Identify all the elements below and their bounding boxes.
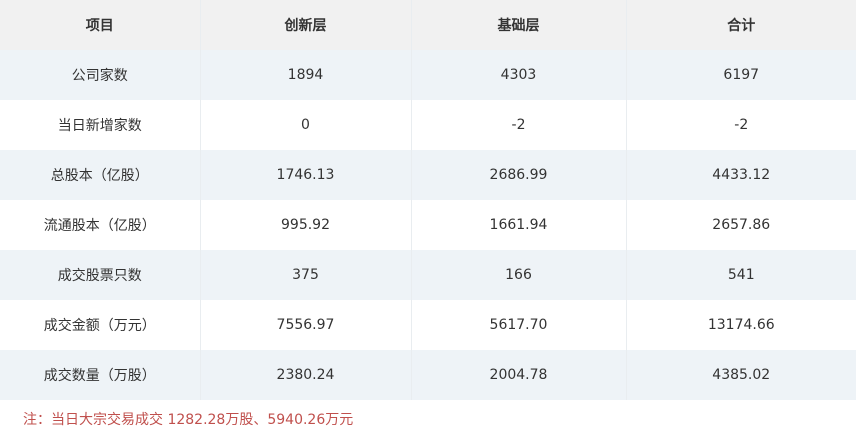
total-value: 13174.66: [626, 300, 856, 350]
table-row: 成交股票只数 375 166 541: [0, 250, 856, 300]
total-value: 2657.86: [626, 200, 856, 250]
header-item: 项目: [0, 0, 201, 50]
innovation-value: 7556.97: [200, 300, 412, 350]
total-value: 6197: [626, 50, 856, 100]
table-row: 当日新增家数 0 -2 -2: [0, 100, 856, 150]
innovation-value: 1746.13: [200, 150, 412, 200]
innovation-value: 995.92: [200, 200, 412, 250]
innovation-value: 375: [200, 250, 412, 300]
total-value: 4433.12: [626, 150, 856, 200]
header-basic-tier: 基础层: [411, 0, 627, 50]
basic-value: -2: [411, 100, 627, 150]
row-label: 成交股票只数: [0, 250, 201, 300]
total-value: -2: [626, 100, 856, 150]
table-row: 成交金额（万元） 7556.97 5617.70 13174.66: [0, 300, 856, 350]
total-value: 4385.02: [626, 350, 856, 400]
header-innovation-tier: 创新层: [200, 0, 412, 50]
table-header-row: 项目 创新层 基础层 合计: [0, 0, 856, 50]
row-label: 总股本（亿股）: [0, 150, 201, 200]
basic-value: 2004.78: [411, 350, 627, 400]
basic-value: 2686.99: [411, 150, 627, 200]
total-value: 541: [626, 250, 856, 300]
table-row: 公司家数 1894 4303 6197: [0, 50, 856, 100]
row-label: 流通股本（亿股）: [0, 200, 201, 250]
basic-value: 166: [411, 250, 627, 300]
basic-value: 5617.70: [411, 300, 627, 350]
basic-value: 4303: [411, 50, 627, 100]
table-row: 总股本（亿股） 1746.13 2686.99 4433.12: [0, 150, 856, 200]
market-summary-table: 项目 创新层 基础层 合计 公司家数 1894 4303 6197 当日新增家数…: [0, 0, 856, 400]
basic-value: 1661.94: [411, 200, 627, 250]
table-row: 成交数量（万股） 2380.24 2004.78 4385.02: [0, 350, 856, 400]
row-label: 成交金额（万元）: [0, 300, 201, 350]
row-label: 公司家数: [0, 50, 201, 100]
innovation-value: 2380.24: [200, 350, 412, 400]
row-label: 当日新增家数: [0, 100, 201, 150]
row-label: 成交数量（万股）: [0, 350, 201, 400]
block-trade-note: 注：当日大宗交易成交 1282.28万股、5940.26万元: [23, 412, 354, 428]
header-total: 合计: [626, 0, 856, 50]
table-row: 流通股本（亿股） 995.92 1661.94 2657.86: [0, 200, 856, 250]
innovation-value: 0: [200, 100, 412, 150]
innovation-value: 1894: [200, 50, 412, 100]
